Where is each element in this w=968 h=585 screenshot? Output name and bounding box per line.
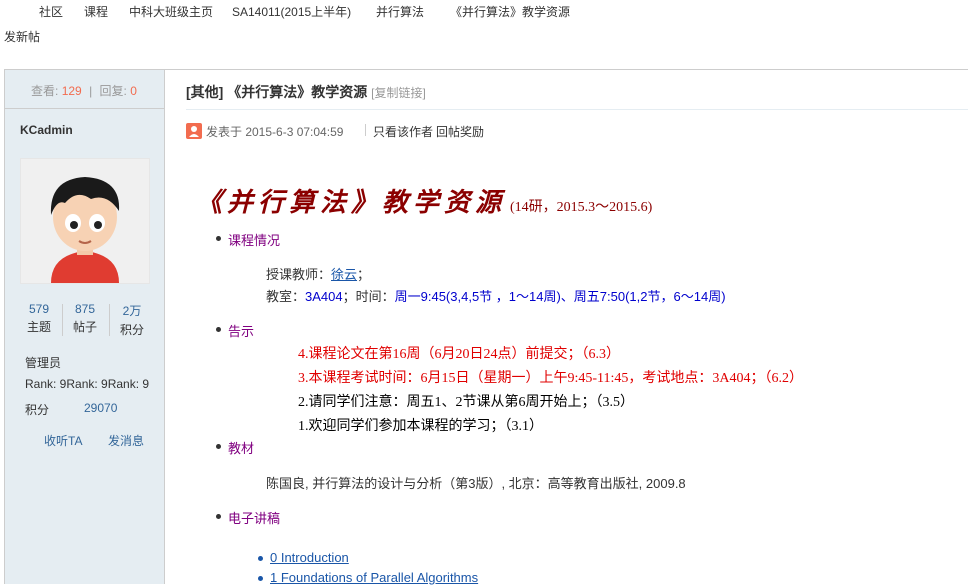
author-name[interactable]: KCadmin	[20, 123, 73, 137]
notice-item: 3.本课程考试时间：6月15日（星期一）上午9:45-11:45，考试地点：3A…	[298, 371, 804, 386]
resource-heading: 《并行算法》教学资源 (14研，2015.3～2015.6)	[196, 182, 652, 219]
thread-title-text: [其他] 《并行算法》教学资源	[186, 84, 368, 100]
nav-item-course[interactable]: 课程	[84, 3, 108, 20]
time-value: 周一9:45(3,4,5节 ，1～14周)、周五7:50(1,2节，6～14周)	[394, 289, 726, 304]
bullet-icon	[216, 327, 221, 332]
user-rank: Rank: 9Rank: 9Rank: 9	[25, 377, 150, 391]
user-group[interactable]: 管理员	[25, 354, 61, 371]
count-points[interactable]: 2万 积分	[107, 302, 157, 338]
view-reply-stats: 查看: 129 | 回复: 0	[5, 70, 164, 109]
room-time-line: 教室：3A404；时间：周一9:45(3,4,5节 ，1～14周)、周五7:50…	[266, 289, 726, 304]
room-value: 3A404	[305, 289, 343, 304]
section-textbook: 教材	[228, 441, 255, 456]
thread-title: [其他] 《并行算法》教学资源 [复制链接]	[186, 82, 426, 102]
user-status-icon	[186, 123, 202, 139]
teacher-link[interactable]: 徐云	[331, 267, 357, 282]
follow-link[interactable]: 收听TA	[44, 432, 82, 449]
notice-item: 1.欢迎同学们参加本课程的学习；（3.1）	[298, 419, 543, 434]
bullet-icon	[216, 514, 221, 519]
section-slides: 电子讲稿	[228, 511, 281, 526]
avatar-icon	[21, 159, 149, 283]
new-post-link[interactable]: 发新帖	[4, 28, 40, 45]
divider	[365, 124, 366, 136]
count-posts[interactable]: 875 帖子	[60, 302, 110, 335]
divider	[186, 109, 968, 110]
author-only-link[interactable]: 只看该作者	[373, 123, 433, 140]
nav-item-class-home[interactable]: 中科大班级主页	[129, 3, 213, 20]
copy-link-button[interactable]: [复制链接]	[371, 86, 426, 100]
points-label: 积分	[25, 403, 50, 417]
bullet-icon	[216, 236, 221, 241]
points-value: 29070	[84, 401, 118, 415]
slide-link[interactable]: 1 Foundations of Parallel Algorithms	[270, 570, 478, 585]
views-count: 129	[61, 84, 82, 98]
nav-item-sa14011[interactable]: SA14011(2015上半年)	[232, 3, 351, 20]
notice-item: 2.请同学们注意：周五1、2节课从第6周开始上；（3.5）	[298, 395, 634, 410]
resource-heading-title: 《并行算法》教学资源	[196, 188, 507, 218]
replies-count: 0	[130, 84, 137, 98]
user-counts: 579 主题 875 帖子 2万 积分	[5, 302, 164, 342]
reply-reward-link[interactable]: 回帖奖励	[436, 123, 484, 140]
bullet-icon	[258, 556, 263, 561]
resource-heading-subtitle: (14研，2015.3～2015.6)	[510, 200, 653, 215]
teacher-line: 授课教师：徐云；	[266, 267, 371, 282]
slide-link[interactable]: 0 Introduction	[270, 550, 349, 565]
nav-item-community[interactable]: 社区	[39, 3, 63, 20]
views-label: 查看:	[31, 84, 59, 98]
breadcrumb-nav: 社区 课程 中科大班级主页 SA14011(2015上半年) 并行算法 《并行算…	[0, 0, 968, 20]
author-sidebar: 查看: 129 | 回复: 0 KCadmin 579 主题 875 帖子 2万…	[4, 70, 165, 584]
textbook-citation: 陈国良, 并行算法的设计与分析（第3版）, 北京：高等教育出版社, 2009.8	[266, 476, 686, 491]
section-notice: 告示	[228, 324, 255, 339]
bullet-icon	[216, 444, 221, 449]
section-course-info: 课程情况	[228, 233, 281, 248]
nav-item-parallel-algorithms[interactable]: 并行算法	[376, 3, 424, 20]
nav-item-teaching-resources[interactable]: 《并行算法》教学资源	[450, 3, 570, 20]
count-topics[interactable]: 579 主题	[14, 302, 64, 335]
notice-item: 4.课程论文在第16周（6月20日24点）前提交；（6.3）	[298, 347, 620, 362]
replies-label: 回复:	[99, 84, 127, 98]
post-time: 发表于 2015-6-3 07:04:59	[206, 125, 344, 139]
bullet-icon	[258, 576, 263, 581]
send-message-link[interactable]: 发消息	[108, 432, 144, 449]
avatar[interactable]	[20, 158, 150, 284]
